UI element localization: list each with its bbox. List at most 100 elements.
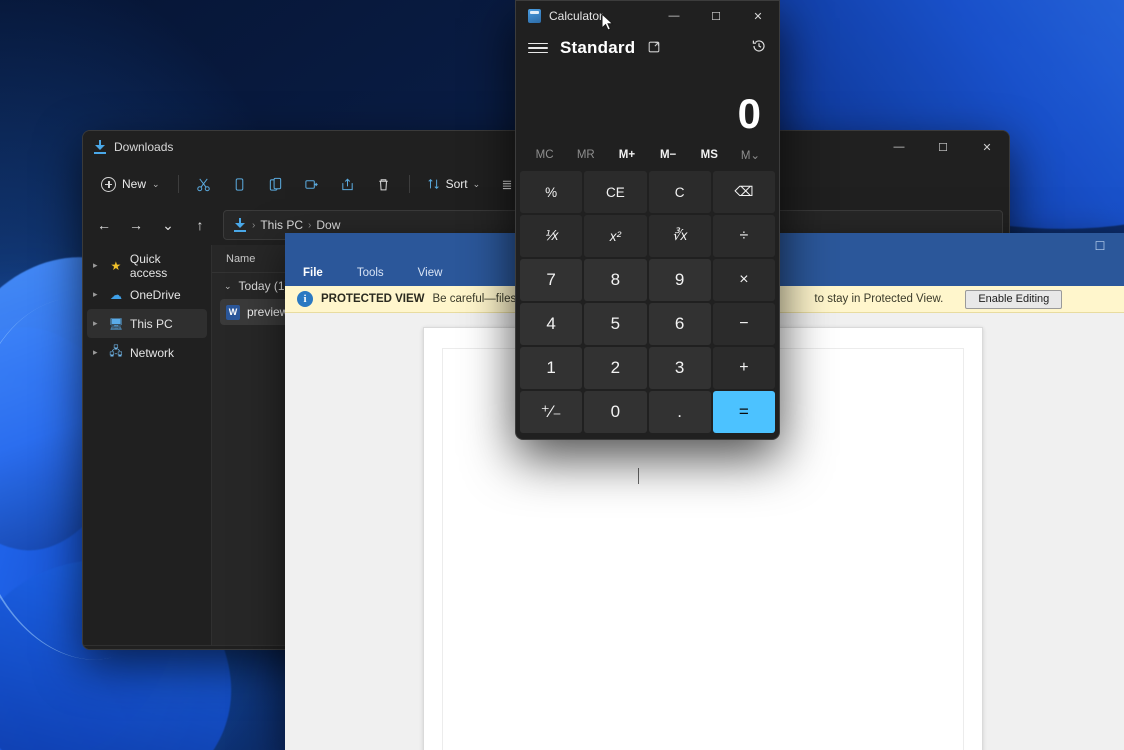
group-label: Today (1) [239, 279, 289, 293]
breadcrumb-separator: › [252, 220, 255, 231]
delete-button[interactable] [367, 169, 401, 199]
negate-key[interactable]: ⁺⁄₋ [520, 391, 582, 433]
protected-view-message-right: to stay in Protected View. [814, 293, 943, 305]
one-key[interactable]: 1 [520, 347, 582, 389]
tab-tools[interactable]: Tools [353, 264, 388, 282]
multiply-key[interactable]: × [713, 259, 775, 301]
rename-button[interactable] [295, 169, 329, 199]
calculator-icon [528, 9, 541, 23]
expand-chevron-icon[interactable]: ▸ [93, 289, 102, 300]
display-value: 0 [738, 93, 761, 135]
restore-ribbon-icon[interactable]: ☐ [1090, 237, 1110, 255]
copy-button[interactable] [223, 169, 257, 199]
subtract-key[interactable]: − [713, 303, 775, 345]
breadcrumb-separator-2: › [308, 220, 311, 231]
calculator-window-controls[interactable]: — ☐ ✕ [653, 1, 779, 31]
hamburger-icon[interactable] [528, 38, 548, 58]
info-icon: i [297, 291, 313, 307]
back-button[interactable]: ← [89, 210, 119, 240]
word-doc-icon: W [226, 305, 240, 320]
expand-chevron-icon[interactable]: ▸ [93, 347, 102, 358]
network-icon: 🖧 [108, 346, 124, 360]
memory-button-row[interactable]: MC MR M+ M− MS M⌄ [516, 141, 779, 169]
expand-chevron-icon[interactable]: ▸ [93, 260, 102, 271]
sidebar-item-label: OneDrive [130, 288, 181, 302]
explorer-title-group: Downloads [93, 140, 173, 154]
text-cursor [638, 468, 639, 484]
sidebar-item-onedrive[interactable]: ▸ ☁ OneDrive [87, 280, 207, 309]
two-key[interactable]: 2 [584, 347, 646, 389]
sidebar-item-network[interactable]: ▸ 🖧 Network [87, 338, 207, 367]
four-key[interactable]: 4 [520, 303, 582, 345]
decimal-key[interactable]: . [649, 391, 711, 433]
sidebar-item-label: This PC [130, 317, 173, 331]
reciprocal-key[interactable]: ⅟x [520, 215, 582, 257]
explorer-title: Downloads [114, 140, 173, 154]
share-button[interactable] [331, 169, 365, 199]
keep-on-top-icon[interactable] [647, 40, 661, 57]
eight-key[interactable]: 8 [584, 259, 646, 301]
equals-key[interactable]: = [713, 391, 775, 433]
breadcrumb-item-downloads[interactable]: Dow [316, 218, 340, 232]
backspace-key[interactable]: ⌫ [713, 171, 775, 213]
nine-key[interactable]: 9 [649, 259, 711, 301]
explorer-sidebar[interactable]: ▸ ★ Quick access ▸ ☁ OneDrive ▸ 🖥 This P… [83, 245, 211, 645]
sidebar-item-this-pc[interactable]: ▸ 🖥 This PC [87, 309, 207, 338]
square-key[interactable]: x² [584, 215, 646, 257]
calculator-display: 0 [516, 65, 779, 141]
cut-button[interactable] [187, 169, 221, 199]
enable-editing-button[interactable]: Enable Editing [965, 290, 1062, 309]
calculator-window[interactable]: Calculator — ☐ ✕ Standard 0 MC MR M+ M− … [515, 0, 780, 440]
expand-chevron-icon[interactable]: ▸ [93, 318, 102, 329]
add-key[interactable]: + [713, 347, 775, 389]
explorer-maximize-button[interactable]: ☐ [921, 131, 965, 163]
sidebar-item-quick-access[interactable]: ▸ ★ Quick access [87, 251, 207, 280]
breadcrumb-item-this-pc[interactable]: This PC [260, 218, 303, 232]
six-key[interactable]: 6 [649, 303, 711, 345]
sort-arrows-icon [427, 177, 441, 191]
three-key[interactable]: 3 [649, 347, 711, 389]
five-key[interactable]: 5 [584, 303, 646, 345]
up-button[interactable]: ↑ [185, 210, 215, 240]
explorer-window-controls[interactable]: — ☐ ✕ [877, 131, 1009, 163]
calculator-keypad[interactable]: % CE C ⌫ ⅟x x² ∛x ÷ 7 8 9 × 4 5 6 − 1 2 … [516, 169, 779, 439]
calculator-maximize-button[interactable]: ☐ [695, 1, 737, 31]
group-chevron-down-icon[interactable]: ⌄ [224, 281, 232, 292]
divide-key[interactable]: ÷ [713, 215, 775, 257]
memory-add-button[interactable]: M+ [606, 145, 647, 165]
memory-list-button[interactable]: M⌄ [730, 144, 771, 166]
column-header-name[interactable]: Name [226, 253, 255, 265]
square-root-key[interactable]: ∛x [649, 215, 711, 257]
seven-key[interactable]: 7 [520, 259, 582, 301]
explorer-minimize-button[interactable]: — [877, 131, 921, 163]
zero-key[interactable]: 0 [584, 391, 646, 433]
monitor-icon: 🖥 [108, 317, 124, 331]
share-icon [340, 177, 355, 192]
explorer-close-button[interactable]: ✕ [965, 131, 1009, 163]
sort-button[interactable]: Sort ⌄ [418, 169, 490, 199]
recent-locations-button[interactable]: ⌄ [153, 210, 183, 240]
memory-subtract-button[interactable]: M− [648, 145, 689, 165]
breadcrumb-downloads-icon [233, 218, 247, 232]
calculator-titlebar[interactable]: Calculator — ☐ ✕ [516, 1, 779, 31]
new-button[interactable]: New ⌄ [91, 169, 170, 199]
percent-key[interactable]: % [520, 171, 582, 213]
memory-clear-button[interactable]: MC [524, 145, 565, 165]
tab-file[interactable]: File [299, 264, 327, 282]
calculator-close-button[interactable]: ✕ [737, 1, 779, 31]
calculator-mode-bar[interactable]: Standard [516, 31, 779, 65]
clear-key[interactable]: C [649, 171, 711, 213]
copy-icon [232, 177, 247, 192]
sort-label: Sort [446, 177, 468, 191]
memory-store-button[interactable]: MS [689, 145, 730, 165]
memory-recall-button[interactable]: MR [565, 145, 606, 165]
star-icon: ★ [108, 259, 124, 273]
tab-view[interactable]: View [414, 264, 447, 282]
history-icon[interactable] [751, 38, 767, 58]
trash-icon [376, 177, 391, 192]
forward-button[interactable]: → [121, 210, 151, 240]
clear-entry-key[interactable]: CE [584, 171, 646, 213]
paste-button[interactable] [259, 169, 293, 199]
sort-chevron-down-icon: ⌄ [473, 179, 481, 190]
calculator-minimize-button[interactable]: — [653, 1, 695, 31]
